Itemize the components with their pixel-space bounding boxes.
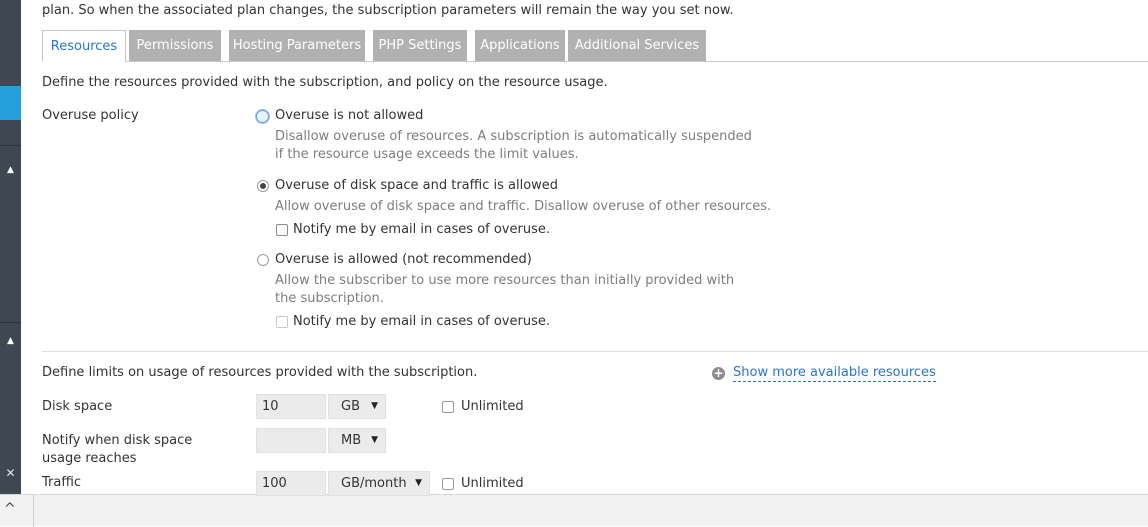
dropdown-caret-icon: ▼ (415, 478, 422, 488)
dropdown-caret-icon: ▼ (371, 435, 378, 445)
overuse-disk-traffic-label[interactable]: Overuse of disk space and traffic is all… (275, 178, 558, 193)
notify-overuse-label[interactable]: Notify me by email in cases of overuse. (293, 222, 550, 237)
bottom-bar-divider (33, 495, 34, 527)
resources-heading: Define the resources provided with the s… (42, 75, 608, 90)
sidebar-divider (0, 145, 21, 146)
tab-hosting-parameters[interactable]: Hosting Parameters (229, 30, 365, 61)
overuse-policy-label: Overuse policy (42, 108, 139, 123)
tab-permissions[interactable]: Permissions (129, 30, 221, 61)
overuse-not-allowed-label[interactable]: Overuse is not allowed (275, 108, 423, 123)
left-sidebar: ▲ ▲ ✕ (0, 0, 21, 494)
traffic-label: Traffic (42, 475, 82, 490)
disk-space-label: Disk space (42, 399, 113, 414)
notify-overuse-disabled-checkbox[interactable] (276, 316, 288, 328)
traffic-unlimited-checkbox[interactable] (442, 478, 454, 490)
notify-disk-space-unit-select[interactable]: MB ▼ (328, 428, 386, 453)
bottom-bar: ^ (0, 494, 1148, 527)
tab-underline (42, 61, 1148, 62)
notify-disk-space-input[interactable] (256, 428, 326, 453)
tab-additional-services[interactable]: Additional Services (568, 30, 706, 61)
notify-disk-space-label: Notify when disk space usage reaches (42, 433, 193, 466)
overuse-allowed-description: Allow the subscriber to use more resourc… (275, 273, 735, 306)
traffic-unit-value: GB/month (341, 476, 407, 491)
traffic-unit-select[interactable]: GB/month ▼ (328, 471, 430, 496)
plus-circle-icon[interactable]: + (712, 367, 725, 380)
notify-overuse-checkbox[interactable] (276, 224, 288, 236)
notify-disk-space-unit-value: MB (341, 433, 362, 448)
sidebar-active-indicator[interactable] (0, 86, 21, 120)
up-arrow-icon[interactable]: ▲ (0, 336, 21, 346)
overuse-disk-traffic-description: Allow overuse of disk space and traffic.… (275, 199, 772, 214)
tab-php-settings[interactable]: PHP Settings (373, 30, 467, 61)
disk-space-input[interactable]: 10 (256, 394, 326, 419)
close-icon[interactable]: ✕ (0, 466, 21, 480)
tab-applications[interactable]: Applications (475, 30, 565, 61)
disk-space-unit-select[interactable]: GB ▼ (328, 394, 386, 419)
dropdown-caret-icon: ▼ (371, 401, 378, 411)
chevron-up-icon[interactable]: ^ (4, 501, 16, 517)
show-more-resources-link[interactable]: Show more available resources (733, 365, 936, 382)
notify-overuse-disabled-label: Notify me by email in cases of overuse. (293, 314, 550, 329)
disk-space-unit-value: GB (341, 399, 360, 414)
up-arrow-icon[interactable]: ▲ (0, 165, 21, 175)
overuse-disk-traffic-radio[interactable] (257, 180, 269, 192)
limits-heading: Define limits on usage of resources prov… (42, 365, 478, 380)
traffic-input[interactable]: 100 (256, 471, 326, 496)
intro-text: plan. So when the associated plan change… (42, 3, 734, 18)
overuse-not-allowed-description: Disallow overuse of resources. A subscri… (275, 129, 752, 162)
section-divider (42, 351, 1148, 352)
overuse-not-allowed-radio[interactable] (256, 110, 269, 123)
tab-resources[interactable]: Resources (42, 30, 126, 62)
overuse-allowed-radio[interactable] (257, 254, 269, 266)
disk-space-unlimited-label[interactable]: Unlimited (461, 399, 524, 414)
overuse-allowed-label[interactable]: Overuse is allowed (not recommended) (275, 252, 532, 267)
disk-space-unlimited-checkbox[interactable] (442, 401, 454, 413)
sidebar-divider (0, 322, 21, 323)
traffic-unlimited-label[interactable]: Unlimited (461, 476, 524, 491)
